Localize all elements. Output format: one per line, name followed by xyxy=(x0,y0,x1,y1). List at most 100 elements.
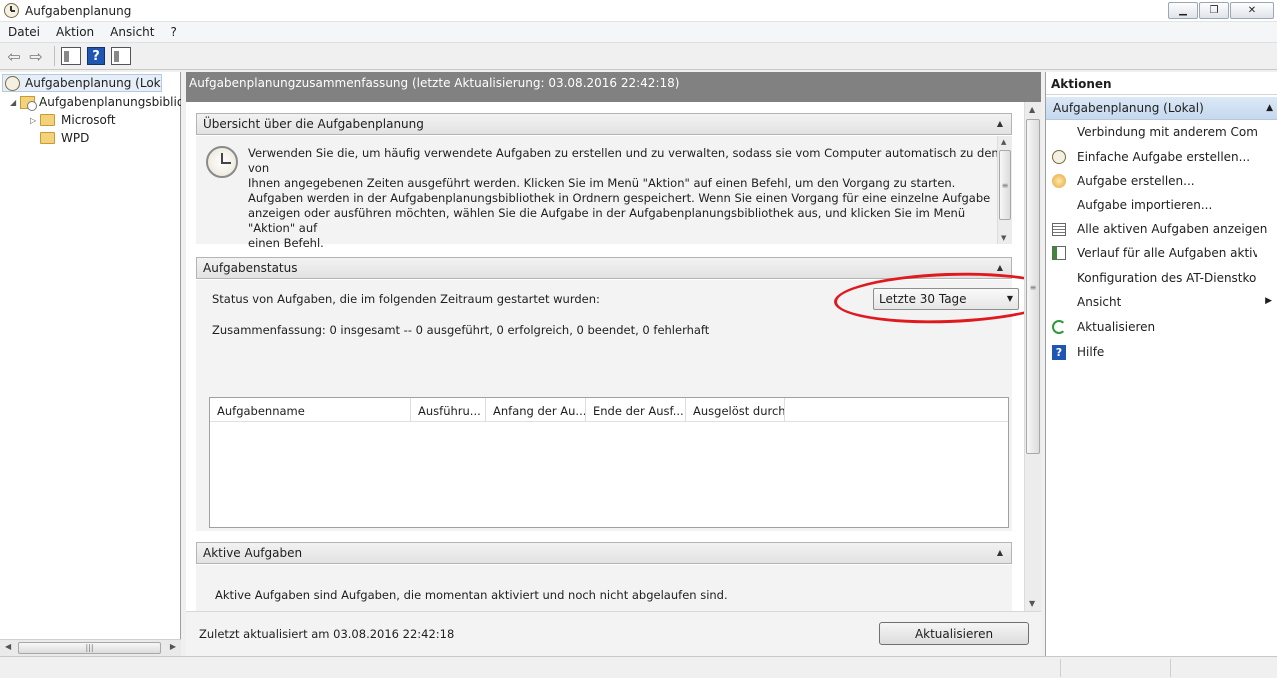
action-create-task[interactable]: Aufgabe erstellen... xyxy=(1046,171,1277,191)
minimize-button[interactable]: ▁ xyxy=(1168,2,1198,19)
collapsed-arrow-icon: ▷ xyxy=(30,115,37,125)
tree-horizontal-scrollbar[interactable]: ◀ ||| ▶ xyxy=(0,639,181,656)
action-view[interactable]: Ansicht ▶ xyxy=(1046,292,1277,312)
summary-body: Übersicht über die Aufgabenplanung ▲ Ver… xyxy=(186,102,1024,611)
overview-section-header[interactable]: Übersicht über die Aufgabenplanung ▲ xyxy=(196,113,1012,135)
tree-item-label: Microsoft xyxy=(61,113,116,127)
column-header[interactable]: Ausgelöst durch xyxy=(686,398,785,422)
actions-group-header[interactable]: Aufgabenplanung (Lokal) ▲ xyxy=(1046,97,1277,120)
menu-aktion[interactable]: Aktion xyxy=(48,25,102,39)
tree-item-wpd[interactable]: WPD xyxy=(40,129,180,147)
clock-icon xyxy=(5,75,20,91)
active-tasks-section-body: Aktive Aufgaben sind Aufgaben, die momen… xyxy=(196,565,1012,611)
forward-button[interactable]: ⇨ xyxy=(26,46,46,66)
action-label: Verbindung mit anderem Computer herstell… xyxy=(1077,125,1257,139)
column-header[interactable]: Aufgabenname xyxy=(210,398,411,422)
action-create-basic-task[interactable]: Einfache Aufgabe erstellen... xyxy=(1046,147,1277,167)
collapse-arrow-icon[interactable]: ▲ xyxy=(997,119,1003,128)
summary-vertical-scrollbar[interactable]: ▲ ≡ ▼ xyxy=(1024,102,1041,611)
window-controls: ▁ ❐ ✕ xyxy=(1167,2,1274,19)
create-task-icon xyxy=(1051,173,1067,189)
action-pane-icon[interactable] xyxy=(111,47,131,65)
console-tree: Aufgabenplanung (Lokal) ◢ Aufgabenplanun… xyxy=(0,72,181,656)
summary-pane: Aufgabenplanungzusammenfassung (letzte A… xyxy=(186,72,1041,656)
scroll-up-icon[interactable]: ▲ xyxy=(1029,105,1035,114)
blank-icon xyxy=(1051,270,1067,286)
scroll-right-icon[interactable]: ▶ xyxy=(170,642,176,651)
title-bar: Aufgabenplanung ▁ ❐ ✕ xyxy=(0,0,1277,22)
scroll-up-icon[interactable]: ▲ xyxy=(1001,138,1006,146)
actions-title: Aktionen xyxy=(1046,77,1277,95)
blank-icon xyxy=(1051,294,1067,310)
scroll-left-icon[interactable]: ◀ xyxy=(5,642,11,651)
menu-bar: Datei Aktion Ansicht ? xyxy=(0,22,1277,42)
section-title: Übersicht über die Aufgabenplanung xyxy=(203,117,424,131)
restore-button[interactable]: ❐ xyxy=(1199,2,1229,19)
menu-ansicht[interactable]: Ansicht xyxy=(102,25,162,39)
range-label: Status von Aufgaben, die im folgenden Ze… xyxy=(212,292,600,306)
action-label: Alle aktiven Aufgaben anzeigen xyxy=(1077,222,1268,236)
scroll-thumb[interactable]: ≡ xyxy=(999,150,1011,220)
tree-item-label: Aufgabenplanung (Lokal) xyxy=(25,76,162,90)
tree-item-root[interactable]: Aufgabenplanung (Lokal) xyxy=(2,74,162,92)
action-label: Konfiguration des AT-Dienstkontos xyxy=(1077,271,1257,285)
forward-arrow-icon: ⇨ xyxy=(29,46,43,66)
library-folder-icon xyxy=(20,95,37,111)
collapse-arrow-icon[interactable]: ▲ xyxy=(1266,103,1273,113)
scroll-down-icon[interactable]: ▼ xyxy=(1001,234,1006,242)
action-connect-computer[interactable]: Verbindung mit anderem Computer herstell… xyxy=(1046,122,1277,142)
toolbar-separator xyxy=(54,46,55,66)
overview-paragraph-2: Aufgaben werden in der Aufgabenplanungsb… xyxy=(248,191,1012,251)
chevron-down-icon: ▼ xyxy=(1006,294,1013,303)
tree-item-microsoft[interactable]: ▷ Microsoft xyxy=(30,111,180,129)
blank-icon xyxy=(1051,197,1067,213)
action-refresh[interactable]: Aktualisieren xyxy=(1046,317,1277,337)
last-updated-text: Zuletzt aktualisiert am 03.08.2016 22:42… xyxy=(199,627,455,641)
close-icon: ✕ xyxy=(1247,5,1257,16)
scroll-thumb[interactable]: ≡ xyxy=(1026,119,1040,454)
action-label: Einfache Aufgabe erstellen... xyxy=(1077,150,1251,164)
back-arrow-icon: ⇦ xyxy=(7,46,21,66)
console-tree-icon[interactable] xyxy=(61,47,81,65)
table-header: Aufgabenname Ausführu... Anfang der Au..… xyxy=(210,398,1008,422)
status-section-header[interactable]: Aufgabenstatus ▲ xyxy=(196,257,1012,279)
tree-item-library[interactable]: ◢ Aufgabenplanungsbibliothek xyxy=(10,93,181,111)
section-title: Aufgabenstatus xyxy=(203,261,298,275)
action-import-task[interactable]: Aufgabe importieren... xyxy=(1046,195,1277,215)
action-label: Ansicht xyxy=(1077,295,1122,309)
section-title: Aktive Aufgaben xyxy=(203,546,303,560)
status-summary: Zusammenfassung: 0 insgesamt -- 0 ausgef… xyxy=(212,323,710,337)
collapse-arrow-icon[interactable]: ▲ xyxy=(997,263,1003,272)
scroll-down-icon[interactable]: ▼ xyxy=(1029,599,1035,608)
scroll-thumb[interactable]: ||| xyxy=(18,642,161,654)
column-header[interactable]: Anfang der Au... xyxy=(486,398,586,422)
history-icon xyxy=(1051,245,1067,261)
menu-help[interactable]: ? xyxy=(162,25,184,39)
close-button[interactable]: ✕ xyxy=(1230,2,1274,19)
status-bar-divider xyxy=(1170,659,1171,677)
collapse-arrow-icon[interactable]: ▲ xyxy=(997,548,1003,557)
tree-item-label: WPD xyxy=(61,131,90,145)
action-label: Aufgabe erstellen... xyxy=(1077,174,1195,188)
status-bar-divider xyxy=(1060,659,1061,677)
status-section-body: Status von Aufgaben, die im folgenden Ze… xyxy=(196,269,1024,531)
action-at-service-config[interactable]: Konfiguration des AT-Dienstkontos xyxy=(1046,268,1277,288)
overview-paragraph-1: Verwenden Sie die, um häufig verwendete … xyxy=(248,146,1012,191)
summary-footer: Zuletzt aktualisiert am 03.08.2016 22:42… xyxy=(186,611,1041,656)
active-tasks-section-header[interactable]: Aktive Aufgaben ▲ xyxy=(196,542,1012,564)
action-help[interactable]: ? Hilfe xyxy=(1046,342,1277,362)
actions-pane: Aktionen Aufgabenplanung (Lokal) ▲ Verbi… xyxy=(1045,72,1277,656)
help-icon[interactable]: ? xyxy=(87,47,105,65)
menu-datei[interactable]: Datei xyxy=(0,25,48,39)
action-label: Verlauf für alle Aufgaben aktivieren xyxy=(1077,246,1257,260)
column-header[interactable]: Ende der Ausf... xyxy=(586,398,686,422)
back-button[interactable]: ⇦ xyxy=(4,46,24,66)
task-list-icon xyxy=(1051,221,1067,237)
action-enable-history[interactable]: Verlauf für alle Aufgaben aktivieren xyxy=(1046,243,1277,263)
column-header[interactable]: Ausführu... xyxy=(411,398,486,422)
action-show-running-tasks[interactable]: Alle aktiven Aufgaben anzeigen xyxy=(1046,219,1277,239)
refresh-button[interactable]: Aktualisieren xyxy=(879,622,1029,645)
window-title: Aufgabenplanung xyxy=(25,3,132,18)
overview-scrollbar[interactable]: ▲ ≡ ▼ xyxy=(997,136,1012,244)
time-range-dropdown[interactable]: Letzte 30 Tage ▼ xyxy=(873,288,1019,310)
